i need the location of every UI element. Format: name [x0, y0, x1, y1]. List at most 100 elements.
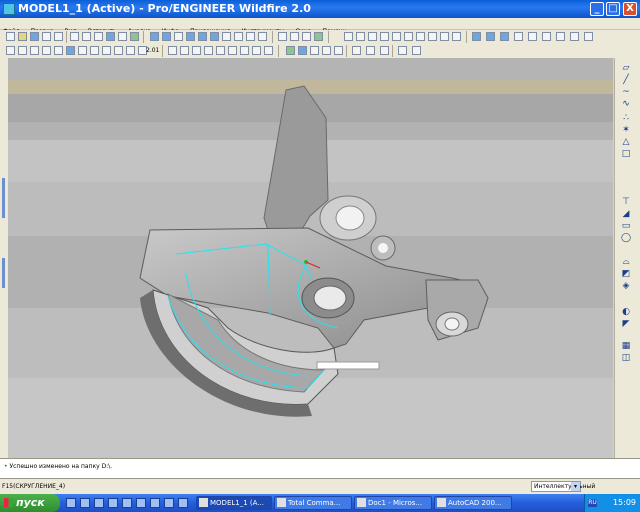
- no-hidden-icon[interactable]: [302, 32, 311, 41]
- sphere-icon[interactable]: [286, 46, 295, 55]
- datum-point-tb-icon[interactable]: [192, 46, 201, 55]
- dimension-input-box[interactable]: [316, 361, 380, 370]
- shade-display-icon[interactable]: [66, 46, 75, 55]
- parameters-icon[interactable]: [334, 46, 343, 55]
- zoom-out-2-icon[interactable]: [486, 32, 495, 41]
- quicklaunch-explorer-icon[interactable]: [80, 498, 90, 508]
- silhouette-icon[interactable]: [102, 46, 111, 55]
- axis-display-icon[interactable]: [18, 46, 27, 55]
- shading-icon[interactable]: [314, 32, 323, 41]
- pattern-icon[interactable]: ▦: [621, 342, 631, 351]
- new-file-icon[interactable]: [6, 32, 15, 41]
- zoom-out-icon[interactable]: [198, 32, 207, 41]
- coordsys-icon[interactable]: ✶: [621, 126, 631, 135]
- sweep-icon[interactable]: ◢: [621, 210, 631, 219]
- language-indicator[interactable]: RU: [588, 499, 597, 507]
- browser-icon[interactable]: [398, 46, 407, 55]
- help-icon[interactable]: [412, 46, 421, 55]
- appearance-icon[interactable]: [556, 32, 565, 41]
- window-activate-icon[interactable]: [366, 46, 375, 55]
- task-word[interactable]: Doc1 - Micros...: [354, 496, 432, 510]
- task-autocad[interactable]: AutoCAD 200...: [434, 496, 512, 510]
- point-display-icon[interactable]: [30, 46, 39, 55]
- reorient-icon[interactable]: [222, 32, 231, 41]
- delete-icon[interactable]: [416, 32, 425, 41]
- mirror-icon[interactable]: ◫: [621, 354, 631, 363]
- spin-display-icon[interactable]: [54, 46, 63, 55]
- paste-special-icon[interactable]: [404, 32, 413, 41]
- tangent-display-icon[interactable]: [90, 46, 99, 55]
- analysis-icon[interactable]: △: [621, 138, 631, 147]
- maximize-button[interactable]: □: [606, 2, 620, 16]
- perspective-icon[interactable]: [114, 46, 123, 55]
- measure-icon[interactable]: [264, 46, 273, 55]
- section-icon[interactable]: [126, 46, 135, 55]
- quicklaunch-browser-icon[interactable]: [136, 498, 146, 508]
- wireframe-icon[interactable]: [278, 32, 287, 41]
- copy-2-icon[interactable]: [380, 32, 389, 41]
- find-icon[interactable]: [118, 32, 127, 41]
- save-icon[interactable]: [30, 32, 39, 41]
- navigator-handle[interactable]: [2, 178, 5, 218]
- chamfer-icon[interactable]: ◤: [621, 320, 631, 329]
- cut-2-icon[interactable]: [368, 32, 377, 41]
- point-icon[interactable]: ∴: [621, 114, 631, 123]
- cut-icon[interactable]: [70, 32, 79, 41]
- layer-tb-icon[interactable]: [310, 46, 319, 55]
- model-tree-icon[interactable]: [570, 32, 579, 41]
- quicklaunch-excel-icon[interactable]: [108, 498, 118, 508]
- minimize-button[interactable]: _: [590, 2, 604, 16]
- analysis-tb-icon[interactable]: [228, 46, 237, 55]
- refit-icon[interactable]: [210, 32, 219, 41]
- sketch-icon[interactable]: ~: [621, 88, 631, 97]
- model-canvas[interactable]: [8, 58, 613, 458]
- datum-axis-tb-icon[interactable]: [180, 46, 189, 55]
- sketch-tb-icon[interactable]: [216, 46, 225, 55]
- quicklaunch-app2-icon[interactable]: [164, 498, 174, 508]
- quicklaunch-word-icon[interactable]: [94, 498, 104, 508]
- hole-icon[interactable]: ◯: [621, 234, 631, 243]
- orient-mode-icon[interactable]: [174, 32, 183, 41]
- paste-icon[interactable]: [94, 32, 103, 41]
- close-button[interactable]: X: [623, 2, 637, 16]
- selection-filter[interactable]: Интеллектуальный ▾: [531, 481, 595, 492]
- datum-axis-icon[interactable]: ╱: [621, 76, 631, 85]
- model-analysis-icon[interactable]: [240, 46, 249, 55]
- navigator-handle-2[interactable]: [2, 258, 5, 288]
- hidden-line-icon[interactable]: [290, 32, 299, 41]
- undo-icon[interactable]: [344, 32, 353, 41]
- layers-2-icon[interactable]: [542, 32, 551, 41]
- reorient-2-icon[interactable]: [514, 32, 523, 41]
- window-icon[interactable]: [440, 32, 449, 41]
- blend-icon[interactable]: ▭: [621, 222, 631, 231]
- chevron-down-icon[interactable]: ▾: [571, 482, 580, 491]
- window-tile-icon[interactable]: [352, 46, 361, 55]
- dropdown-icon[interactable]: [452, 32, 461, 41]
- select-icon[interactable]: [428, 32, 437, 41]
- rib-icon[interactable]: ◩: [621, 270, 631, 279]
- saved-views-icon[interactable]: [234, 32, 243, 41]
- refit-2-icon[interactable]: [500, 32, 509, 41]
- zoom-in-2-icon[interactable]: [472, 32, 481, 41]
- shell-icon[interactable]: ⌓: [621, 258, 631, 267]
- copy-icon[interactable]: [82, 32, 91, 41]
- redo-icon[interactable]: [356, 32, 365, 41]
- regenerate-icon[interactable]: [106, 32, 115, 41]
- draft-icon[interactable]: ◈: [621, 282, 631, 291]
- task-proengineer[interactable]: MODEL1_1 (A...: [196, 496, 272, 510]
- csys-tb-icon[interactable]: [298, 46, 307, 55]
- round-icon[interactable]: ◐: [621, 308, 631, 317]
- edge-display-icon[interactable]: [78, 46, 87, 55]
- datum-csys-tb-icon[interactable]: [204, 46, 213, 55]
- print-icon[interactable]: [42, 32, 51, 41]
- curve-icon[interactable]: ∿: [621, 100, 631, 109]
- plane-display-icon[interactable]: [6, 46, 15, 55]
- quicklaunch-app-icon[interactable]: [150, 498, 160, 508]
- quicklaunch-desktop-icon[interactable]: [66, 498, 76, 508]
- spin-center-icon[interactable]: [162, 32, 171, 41]
- csys-display-icon[interactable]: [42, 46, 51, 55]
- named-views-icon[interactable]: [528, 32, 537, 41]
- paste-2-icon[interactable]: [392, 32, 401, 41]
- extrude-icon[interactable]: □: [621, 150, 631, 159]
- email-icon[interactable]: [54, 32, 63, 41]
